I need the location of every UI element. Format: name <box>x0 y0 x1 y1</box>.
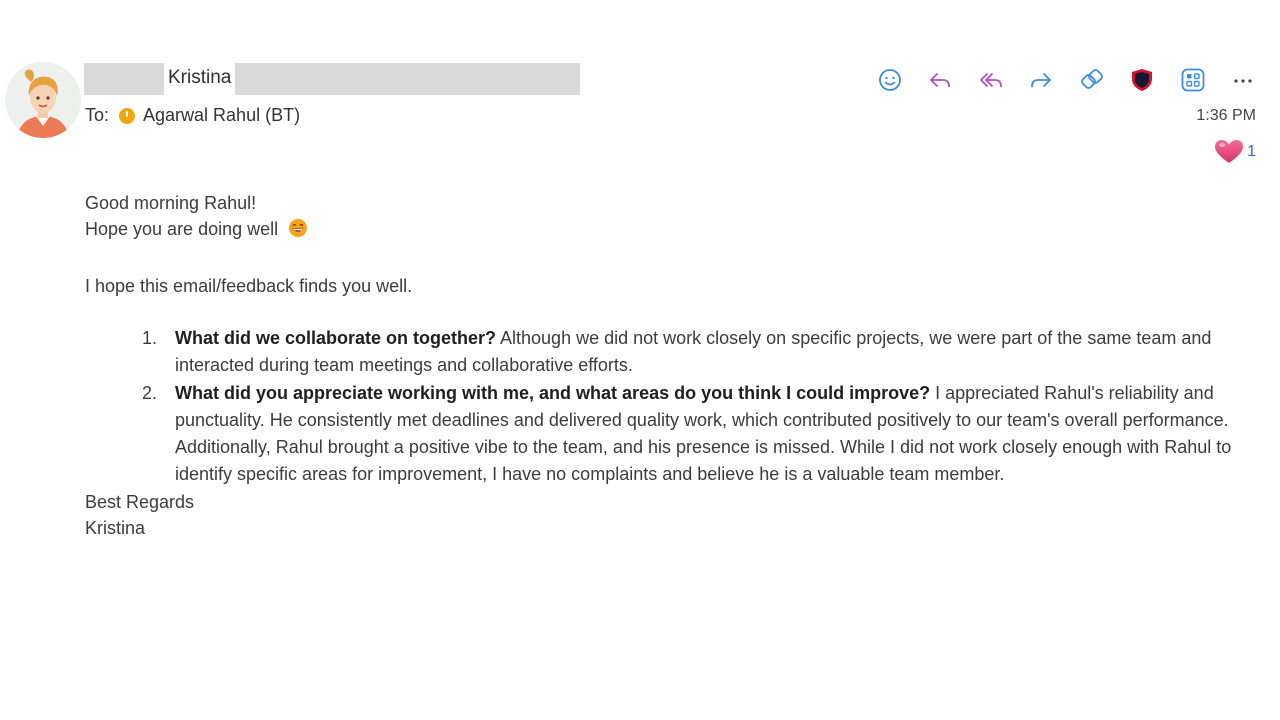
recipient-name[interactable]: Agarwal Rahul (BT) <box>143 105 300 126</box>
to-line: To: Agarwal Rahul (BT) <box>85 105 300 126</box>
list-number: 1. <box>142 328 158 348</box>
shield-icon[interactable] <box>1125 64 1159 96</box>
question-text: What did we collaborate on together? <box>175 328 497 348</box>
greeting: Good morning Rahul! <box>85 193 257 213</box>
apps-icon[interactable] <box>1176 64 1210 96</box>
feedback-list: 1. What did we collaborate on together? … <box>85 325 1255 488</box>
heart-icon <box>1215 140 1244 163</box>
emoji-icon[interactable] <box>873 64 907 96</box>
list-number: 2. <box>142 383 158 403</box>
email-body: Good morning Rahul! Hope you are doing w… <box>85 190 1255 541</box>
reply-icon[interactable] <box>923 64 957 96</box>
greeting-line-2: Hope you are doing well <box>85 216 1255 245</box>
to-label: To: <box>85 105 110 125</box>
list-item: 2. What did you appreciate working with … <box>85 380 1255 488</box>
question-text: What did you appreciate working with me,… <box>175 383 931 403</box>
redacted-sender-suffix <box>235 63 580 95</box>
reaction-count: 1 <box>1247 143 1256 160</box>
list-item: 1. What did we collaborate on together? … <box>85 325 1255 379</box>
link-icon[interactable] <box>1075 64 1109 96</box>
reply-all-icon[interactable] <box>974 64 1008 96</box>
intro-line: I hope this email/feedback finds you wel… <box>85 276 413 296</box>
sender-avatar[interactable] <box>5 62 81 138</box>
closing: Best Regards <box>85 492 195 512</box>
reaction-summary[interactable]: 1 <box>1214 139 1256 165</box>
grinning-emoji-icon <box>288 218 308 245</box>
message-time: 1:36 PM <box>1196 107 1256 124</box>
forward-icon[interactable] <box>1024 64 1058 96</box>
message-toolbar <box>873 64 1261 96</box>
greeting-line-2-text: Hope you are doing well <box>85 219 279 239</box>
more-icon[interactable] <box>1226 64 1260 96</box>
signature: Kristina <box>85 518 146 538</box>
sender-name[interactable]: Kristina <box>168 67 231 89</box>
status-away-icon <box>119 107 136 124</box>
redacted-sender-prefix <box>84 63 164 95</box>
